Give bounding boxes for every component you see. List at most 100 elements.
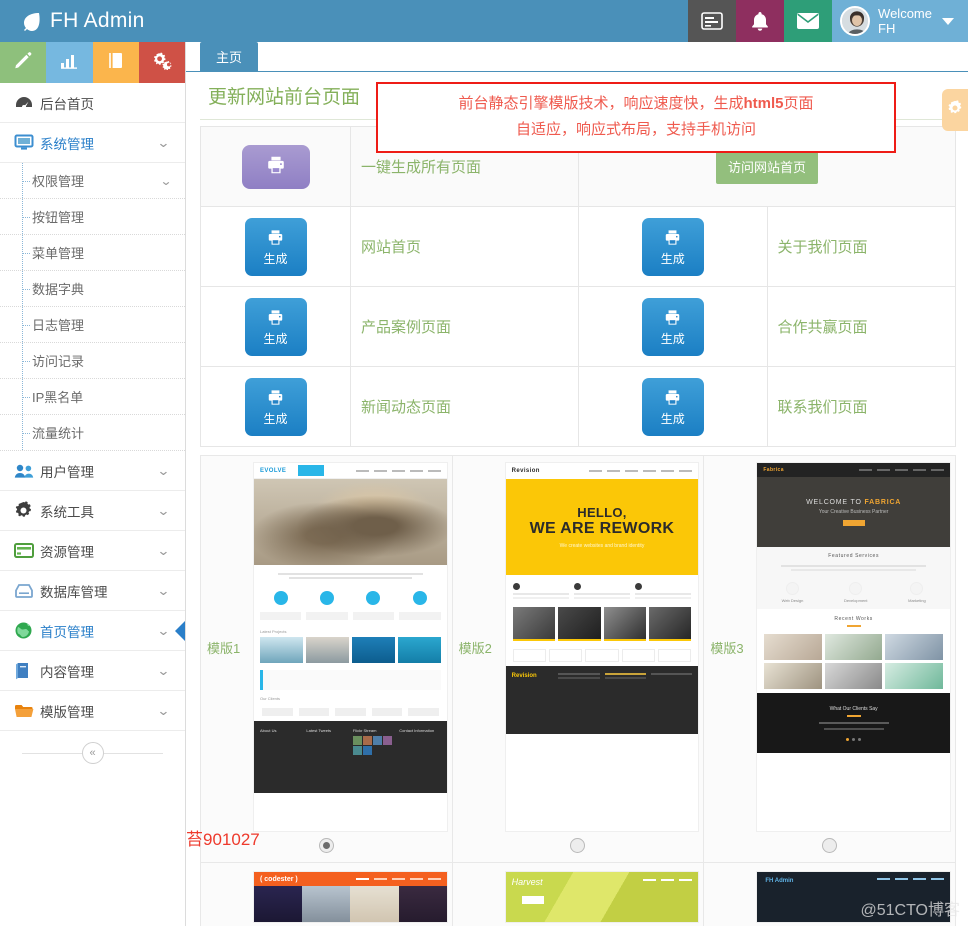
cell-page-label: 联系我们页面 (766, 366, 956, 447)
template-row-1: 模版1 EVOLVE Latest Projects Our Clients A… (200, 455, 956, 863)
page-content: 更新网站前台页面 前台静态引擎模版技术，响应速度快，生成html5页面 自适应，… (186, 72, 968, 926)
sidebar-item-label: 资源管理 (40, 544, 94, 560)
sidebar-item-label: 首页管理 (40, 624, 94, 640)
template-logo: EVOLVE (260, 467, 287, 474)
chevron-down-icon[interactable]: ⌄ (157, 503, 171, 519)
sidebar-subitem-label: 按钮管理 (32, 210, 85, 225)
generate-all-label: 一键生成所有页面 (361, 159, 482, 176)
mail-icon[interactable] (784, 0, 833, 42)
tab-home[interactable]: 主页 (200, 42, 259, 71)
gear-icon (14, 501, 40, 520)
generate-all-button[interactable] (241, 144, 310, 189)
app-title: FH Admin (50, 9, 145, 32)
generate-button-about[interactable]: 生成 (641, 217, 704, 276)
pencil-action[interactable] (0, 42, 47, 83)
table-row: 生成 新闻动态页面 生成 联系我们页面 (200, 366, 956, 447)
generate-button-contact[interactable]: 生成 (641, 377, 704, 436)
footer-col-label: Contact Information (399, 728, 435, 733)
main-content: 主页 更新网站前台页面 前台静态引擎模版技术，响应速度快，生成html5页面 自… (186, 42, 968, 926)
sidebar-subitem-visit-record[interactable]: 访问记录 (0, 343, 185, 379)
template-radio-3[interactable] (822, 838, 838, 853)
folder-icon (14, 703, 40, 719)
visit-site-button[interactable]: 访问网站首页 (715, 149, 818, 184)
template-cell-2[interactable]: 模版2 Revision HELLO, WE ARE REWORK We cre… (451, 455, 705, 863)
generate-button-home[interactable]: 生成 (244, 217, 307, 276)
site-watermark: @51CTO博客 (860, 902, 960, 919)
sidebar-item-system-management[interactable]: 系统管理 ⌄ (0, 123, 185, 163)
generate-button-partners[interactable]: 生成 (641, 297, 704, 356)
bar-chart-icon (59, 51, 79, 74)
sidebar-item-template-management[interactable]: 模版管理 ⌄ (0, 691, 185, 731)
template-clients-label: Our Clients (260, 696, 281, 701)
sidebar-subitem-log[interactable]: 日志管理 (0, 307, 185, 343)
sidebar-item-content-management[interactable]: 内容管理 ⌄ (0, 651, 185, 691)
hero-subtitle: Your Creative Business Partner (818, 508, 889, 515)
template-radio-2[interactable] (570, 838, 586, 853)
theme-settings-tab[interactable] (942, 89, 968, 131)
hero-line-2: WE ARE REWORK (529, 520, 675, 537)
cell-generate-button: 生成 (200, 206, 351, 287)
cell-generate-button: 生成 (200, 366, 351, 447)
app-brand[interactable]: FH Admin (0, 0, 186, 42)
sidebar-item-system-tools[interactable]: 系统工具 ⌄ (0, 491, 185, 531)
sidebar-subitem-button[interactable]: 按钮管理 (0, 199, 185, 235)
generate-button-news[interactable]: 生成 (244, 377, 307, 436)
sidebar-item-database-management[interactable]: 数据库管理 ⌄ (0, 571, 185, 611)
chart-action[interactable] (46, 42, 93, 83)
chevron-down-icon[interactable]: ⌄ (157, 623, 171, 639)
chevron-down-icon[interactable]: ⌄ (157, 703, 171, 719)
footer-col-label: About Us (260, 728, 277, 733)
collapse-sidebar-button[interactable]: « (81, 742, 104, 764)
hero-subtitle: We create websites and brand identity (559, 543, 645, 549)
page-label: 产品案例页面 (361, 319, 452, 336)
chevron-down-icon[interactable]: ⌄ (157, 135, 171, 151)
sidebar-subitem-ip-blacklist[interactable]: IP黑名单 (0, 379, 185, 415)
service-label: Web Design (781, 598, 804, 603)
sidebar-subitem-label: 日志管理 (32, 318, 85, 333)
footer-col-label: Latest Tweets (306, 728, 332, 733)
table-row: 生成 产品案例页面 生成 合作共赢页面 (200, 286, 956, 367)
template-cell-4[interactable]: ( codester ) (200, 862, 453, 926)
section-title: What Our Clients Say (829, 705, 878, 712)
settings-action[interactable] (138, 42, 185, 83)
list-icon[interactable] (688, 0, 737, 42)
avatar (840, 6, 871, 36)
generate-button-products[interactable]: 生成 (244, 297, 307, 356)
sidebar-item-label: 系统工具 (40, 504, 94, 520)
page-label: 合作共赢页面 (777, 319, 868, 336)
template-cell-5[interactable]: Harvest (451, 862, 705, 926)
template-radio-1[interactable] (318, 838, 334, 853)
notice-line-1: 前台静态引擎模版技术，响应速度快，生成html5页面 (384, 91, 888, 117)
sidebar-item-dashboard[interactable]: 后台首页 (0, 83, 185, 123)
chevron-down-icon[interactable]: ⌄ (157, 463, 171, 479)
book-action[interactable] (92, 42, 139, 83)
sidebar-subitem-permission[interactable]: 权限管理 ⌄ (0, 163, 185, 199)
sidebar-item-label: 数据库管理 (40, 584, 108, 600)
template-cell-3[interactable]: 模版3 Fabrica WELCOME TO FABRICA Your Crea… (703, 455, 956, 863)
template-label: 模版2 (458, 640, 492, 656)
top-header-bar: FH Admin Welcome FH (0, 0, 968, 42)
user-menu[interactable]: Welcome FH (832, 0, 968, 42)
sidebar-item-homepage-management[interactable]: 首页管理 ⌄ (0, 611, 185, 651)
sidebar-item-user-management[interactable]: 用户管理 ⌄ (0, 451, 185, 491)
template-logo: FH Admin (765, 878, 794, 884)
template-cell-1[interactable]: 模版1 EVOLVE Latest Projects Our Clients A… (200, 455, 453, 863)
sidebar-item-label: 用户管理 (40, 464, 94, 480)
chevron-down-icon[interactable]: ⌄ (157, 543, 171, 559)
hero-line-1: HELLO, (577, 505, 627, 520)
sidebar-item-resource-management[interactable]: 资源管理 ⌄ (0, 531, 185, 571)
cell-generate-all-button (200, 126, 351, 207)
chevron-down-icon[interactable]: ⌄ (160, 174, 173, 188)
page-label: 联系我们页面 (777, 399, 868, 416)
chevron-down-icon[interactable]: ⌄ (157, 663, 171, 679)
sidebar-subitem-menu[interactable]: 菜单管理 (0, 235, 185, 271)
bell-icon[interactable] (736, 0, 785, 42)
sidebar-item-label: 系统管理 (40, 136, 94, 152)
sidebar-subitem-traffic-stats[interactable]: 流量统计 (0, 415, 185, 451)
chevron-down-icon[interactable]: ⌄ (157, 583, 171, 599)
generate-button-text: 生成 (263, 411, 288, 426)
chevron-down-icon[interactable] (942, 17, 954, 25)
sidebar-subitem-dictionary[interactable]: 数据字典 (0, 271, 185, 307)
sidebar-item-label: 模版管理 (40, 704, 94, 720)
printer-icon (265, 154, 287, 179)
